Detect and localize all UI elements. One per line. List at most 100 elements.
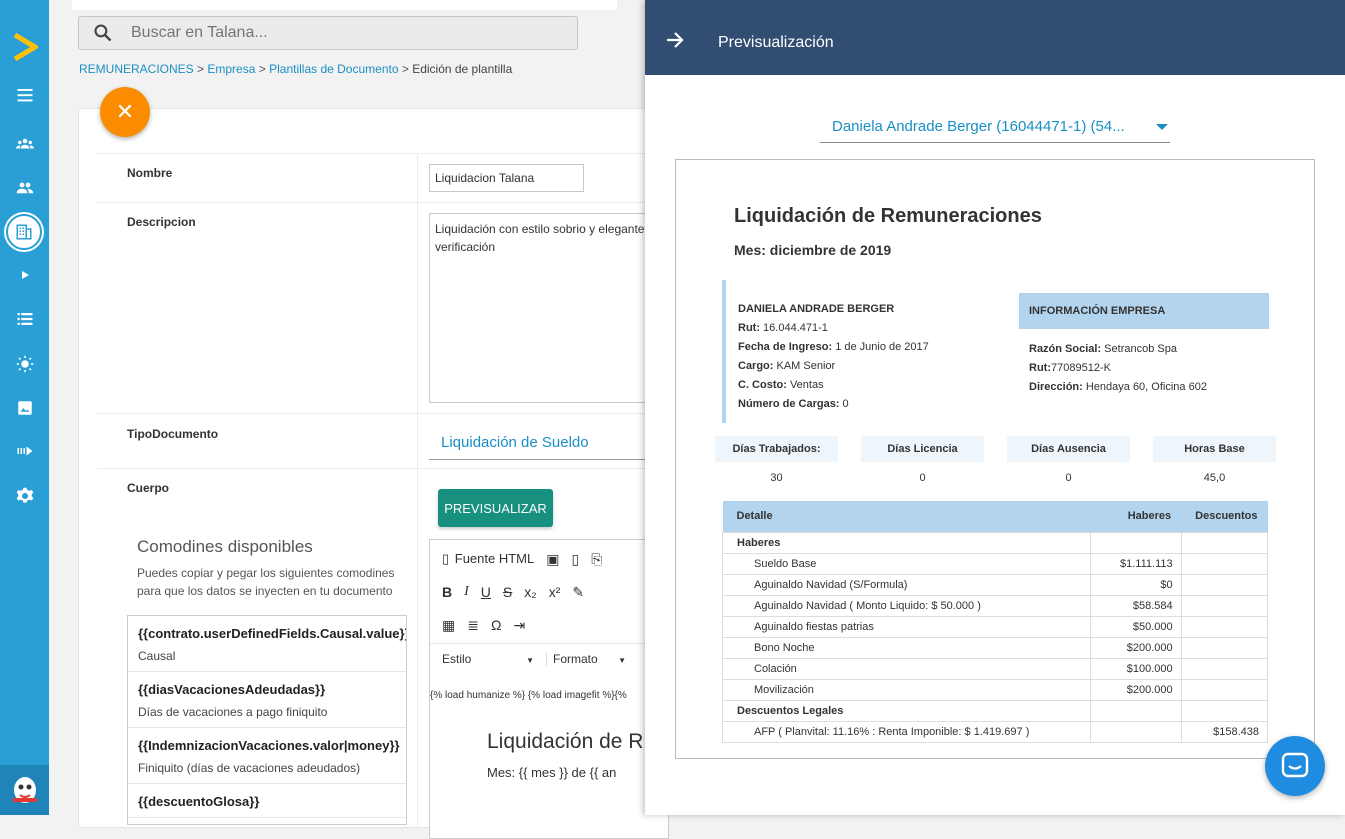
stat-label: Horas Base	[1153, 436, 1276, 462]
row-desc	[1180, 678, 1269, 701]
breadcrumb-separator: >	[193, 62, 208, 76]
table-row: Aguinaldo Navidad (S/Formula) $0	[721, 573, 1269, 596]
stat-value: 0	[919, 472, 926, 484]
row-item: Aguinaldo Navidad ( Monto Liquido: $ 50.…	[721, 594, 1092, 617]
cuerpo-label: Cuerpo	[127, 481, 169, 495]
special-char-icon[interactable]: Ω	[491, 617, 501, 633]
row-desc	[1180, 615, 1269, 638]
menu-icon[interactable]	[0, 80, 49, 110]
format-caret-icon: ▼	[618, 655, 626, 665]
tipo-documento-select[interactable]: Liquidación de Sueldo	[429, 424, 659, 460]
breadcrumb: REMUNERACIONES > Empresa > Plantillas de…	[79, 62, 512, 76]
people-group-icon[interactable]	[0, 129, 49, 159]
field-label: Rut:	[1029, 362, 1051, 374]
search-input[interactable]	[131, 24, 531, 42]
underline-icon[interactable]: U	[481, 584, 491, 600]
row-haber: $50.000	[1090, 615, 1182, 638]
breadcrumb-empresa[interactable]: Empresa	[207, 62, 255, 76]
field-label: Dirección:	[1029, 381, 1083, 393]
company-icon[interactable]	[6, 214, 42, 250]
descripcion-textarea[interactable]: Liquidación con estilo sobrio y elegante…	[429, 213, 659, 403]
employee-field: Fecha de Ingreso: 1 de Junio de 2017	[738, 338, 962, 357]
italic-icon[interactable]: I	[464, 584, 469, 600]
comodin-key: {{descuentoGlosa}}	[138, 794, 260, 809]
table-icon[interactable]: ▦	[442, 617, 455, 634]
style-label: Estilo	[442, 651, 472, 666]
row-item: Aguinaldo Navidad (S/Formula)	[721, 573, 1092, 596]
search-bar[interactable]	[78, 16, 578, 50]
previsualizar-button[interactable]: PREVISUALIZAR	[438, 489, 553, 527]
superscript-icon[interactable]: x²	[549, 584, 561, 600]
employee-select-value: Daniela Andrade Berger (16044471-1) (54.…	[832, 118, 1125, 135]
horizontal-line-icon[interactable]: ≣	[467, 617, 479, 634]
section-title: Descuentos Legales	[721, 699, 1092, 722]
payroll-table: Detalle Haberes Descuentos Haberes Sueld…	[721, 501, 1269, 743]
row-haber: $200.000	[1090, 636, 1182, 659]
list-icon[interactable]	[0, 304, 49, 334]
employee-select[interactable]: Daniela Andrade Berger (16044471-1) (54.…	[820, 110, 1170, 143]
document-preview: Liquidación de Remuneraciones Mes: dicie…	[675, 159, 1315, 759]
table-row: Movilización $200.000	[721, 678, 1269, 701]
company-info: Razón Social: Setrancob Spa Rut:77089512…	[1029, 340, 1207, 397]
nombre-input[interactable]: Liquidacion Talana	[429, 164, 584, 192]
new-page-icon[interactable]: ▯	[571, 551, 579, 568]
transfer-icon[interactable]	[0, 436, 49, 466]
rich-text-editor[interactable]: ▯ Fuente HTML ▣ ▯ ⎘ B I U S x₂ x² ✎ ▦ ≣ …	[429, 539, 670, 839]
editor-toolbar-row4: Estilo ▼ Formato ▼	[430, 643, 670, 673]
employee-field: Número de Cargas: 0	[738, 395, 962, 414]
document-month: Mes: diciembre de 2019	[734, 242, 892, 258]
field-value: 0	[839, 398, 849, 410]
image-icon[interactable]	[0, 393, 49, 423]
play-icon[interactable]	[0, 260, 49, 290]
section-title: Haberes	[721, 531, 1092, 554]
strikethrough-icon[interactable]: S	[503, 584, 512, 600]
format-dropdown[interactable]: Formato ▼	[546, 651, 626, 666]
row-haber: $100.000	[1090, 657, 1182, 680]
breadcrumb-remuneraciones[interactable]: REMUNERACIONES	[79, 62, 194, 76]
comodines-list[interactable]: {{contrato.userDefinedFields.Causal.valu…	[127, 615, 407, 825]
row-haber: $200.000	[1090, 678, 1182, 701]
row-item: Colación	[721, 657, 1092, 680]
indent-icon[interactable]: ⇥	[513, 617, 525, 634]
company-field: Rut:77089512-K	[1029, 359, 1207, 378]
source-html-button[interactable]: ▯ Fuente HTML	[442, 551, 534, 567]
comodin-desc: Finiquito (días de vacaciones adeudados)	[138, 761, 361, 775]
save-icon[interactable]: ▣	[546, 551, 559, 568]
subscript-icon[interactable]: x₂	[524, 584, 536, 600]
chat-launcher-button[interactable]	[1265, 736, 1325, 796]
comodin-item[interactable]: {{contrato.userDefinedFields.Causal.valu…	[128, 616, 406, 672]
style-dropdown[interactable]: Estilo ▼	[442, 652, 534, 666]
field-label: C. Costo:	[738, 379, 787, 391]
arrow-right-icon[interactable]	[665, 30, 685, 50]
row-item: Bono Noche	[721, 636, 1092, 659]
comodin-item[interactable]: {{IndemnizacionVacaciones.valor|money}} F…	[128, 728, 406, 784]
comodin-item[interactable]: {{descuentoGlosa}}	[128, 784, 406, 818]
document-title: Liquidación de Remuneraciones	[734, 205, 1042, 227]
field-label: Cargo:	[738, 360, 774, 372]
close-fab-button[interactable]: ✕	[100, 87, 150, 137]
row-item: Movilización	[721, 678, 1092, 701]
mascot-avatar[interactable]	[0, 765, 49, 815]
sun-icon[interactable]	[0, 349, 49, 379]
field-label: Rut:	[738, 322, 760, 334]
field-value: 1 de Junio de 2017	[832, 341, 929, 353]
close-icon: ✕	[115, 99, 135, 124]
settings-gear-icon[interactable]	[0, 481, 49, 511]
editor-toolbar-row2: B I U S x₂ x² ✎	[430, 577, 584, 607]
preview-icon[interactable]: ⎘	[591, 551, 602, 568]
table-row: AFP ( Planvital: 11.16% : Renta Imponibl…	[721, 720, 1269, 743]
talana-logo[interactable]	[12, 32, 38, 62]
row-desc	[1180, 657, 1269, 680]
table-row: Aguinaldo Navidad ( Monto Liquido: $ 50.…	[721, 594, 1269, 617]
bold-icon[interactable]: B	[442, 584, 452, 600]
editor-toolbar-row3: ▦ ≣ Ω ⇥	[430, 610, 525, 640]
format-brush-icon[interactable]: ✎	[572, 584, 584, 601]
source-html-label: Fuente HTML	[454, 551, 535, 566]
breadcrumb-plantillas[interactable]: Plantillas de Documento	[269, 62, 398, 76]
comodin-key: {{diasVacacionesAdeudadas}}	[138, 682, 326, 697]
sidebar	[0, 0, 49, 815]
breadcrumb-separator: >	[398, 62, 413, 76]
people-icon[interactable]	[0, 173, 49, 203]
comodin-item[interactable]: {{diasVacacionesAdeudadas}} Días de vacac…	[128, 672, 406, 728]
company-header: INFORMACIÓN EMPRESA	[1019, 293, 1269, 329]
